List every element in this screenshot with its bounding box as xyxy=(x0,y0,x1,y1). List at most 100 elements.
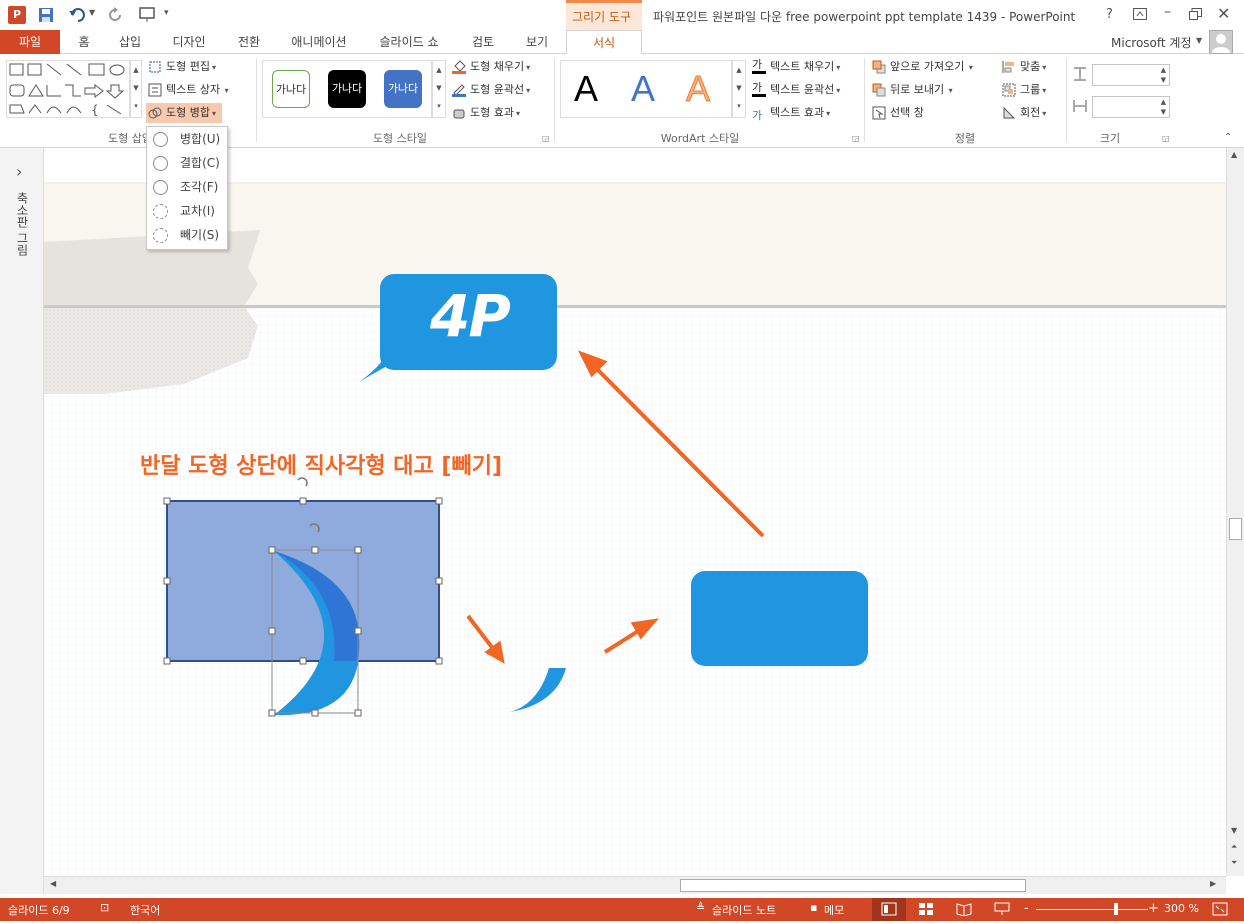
bring-forward-button[interactable]: 앞으로 가져오기 ▾ xyxy=(872,57,973,77)
tab-review[interactable]: 검토 xyxy=(466,30,500,54)
horizontal-scrollbar[interactable]: ◀ ▶ xyxy=(44,876,1226,894)
wordart-sample-blue[interactable]: A xyxy=(631,68,655,110)
shapes-gallery[interactable]: { xyxy=(6,60,130,118)
zoom-slider-thumb[interactable] xyxy=(1114,903,1118,915)
bring-forward-icon xyxy=(872,60,886,74)
height-spinner-icon[interactable]: ▲ ▼ xyxy=(1161,65,1166,85)
scroll-down-icon[interactable]: ▼ xyxy=(1231,826,1237,835)
tab-animations[interactable]: 애니메이션 xyxy=(286,30,352,54)
text-box-button[interactable]: 텍스트 상자 ▾ xyxy=(148,80,229,100)
style-sample-outline[interactable]: 가나다 xyxy=(272,70,310,108)
width-input[interactable]: ▲ ▼ xyxy=(1092,96,1170,118)
tab-format[interactable]: 서식 xyxy=(566,30,642,55)
undo-icon[interactable] xyxy=(68,7,86,23)
reading-view-icon[interactable] xyxy=(956,902,972,916)
slide-canvas[interactable]: 4P 반달 도형 상단에 직사각형 대고 [빼기] xyxy=(44,148,1226,876)
shape-effects-icon xyxy=(453,109,465,119)
restore-icon[interactable] xyxy=(1189,8,1202,20)
shape-outline-button[interactable]: 도형 윤곽선 ▾ xyxy=(452,80,530,100)
tab-design[interactable]: 디자인 xyxy=(166,30,212,54)
language-indicator[interactable]: 한국어 xyxy=(130,902,160,918)
slideshow-icon[interactable] xyxy=(994,902,1010,916)
menu-item-fragment[interactable]: 조각(F) xyxy=(147,175,227,199)
tab-slideshow[interactable]: 슬라이드 쇼 xyxy=(374,30,444,54)
style-sample-black[interactable]: 가나다 xyxy=(328,70,366,108)
wordart-sample-orange[interactable]: A xyxy=(685,68,710,110)
align-button[interactable]: 맞춤 ▾ xyxy=(1002,57,1046,77)
selection-pane-label: 선택 창 xyxy=(890,106,924,119)
redo-icon[interactable] xyxy=(108,7,124,23)
shape-styles-launcher-icon[interactable]: ◲ xyxy=(542,134,550,143)
tab-view[interactable]: 보기 xyxy=(520,30,554,54)
comments-button[interactable]: 메모 xyxy=(824,902,844,918)
previous-slide-icon[interactable]: ⏶ xyxy=(1231,842,1237,852)
next-slide-icon[interactable]: ⏷ xyxy=(1231,858,1237,868)
slide-sorter-icon[interactable] xyxy=(918,902,934,916)
notes-button[interactable]: 슬라이드 노트 xyxy=(712,902,776,918)
fit-slide-icon[interactable] xyxy=(1212,902,1228,916)
normal-view-icon xyxy=(881,902,897,916)
avatar[interactable] xyxy=(1209,30,1233,54)
normal-view-button[interactable] xyxy=(872,898,906,921)
width-spinner-icon[interactable]: ▲ ▼ xyxy=(1161,97,1166,117)
merge-shapes-label: 도형 병합 xyxy=(166,106,210,119)
account-label[interactable]: Microsoft 계정 xyxy=(1111,34,1192,51)
edit-shape-button[interactable]: 도형 편집 ▾ xyxy=(148,57,216,77)
text-fill-button[interactable]: 가 텍스트 채우기 ▾ xyxy=(752,57,840,77)
scroll-up-icon[interactable]: ▲ xyxy=(1231,150,1237,159)
spell-check-icon[interactable]: ⊡ xyxy=(100,901,109,914)
powerpoint-logo-icon[interactable]: P xyxy=(8,6,26,24)
wordart-more-button[interactable]: ▲ ▼ ▾ xyxy=(732,60,746,118)
undo-dropdown-icon[interactable]: ▼ xyxy=(89,8,95,17)
scroll-left-icon[interactable]: ◀ xyxy=(50,879,56,888)
ribbon-display-options-icon[interactable] xyxy=(1133,8,1147,20)
height-input[interactable]: ▲ ▼ xyxy=(1092,64,1170,86)
collapse-ribbon-icon[interactable]: ⌃ xyxy=(1224,132,1232,143)
wordart-sample-black[interactable]: A xyxy=(574,68,598,110)
tab-insert[interactable]: 삽입 xyxy=(112,30,148,54)
tab-home[interactable]: 홈 xyxy=(70,30,98,54)
selection-pane-icon xyxy=(872,106,886,120)
minimize-icon[interactable]: – xyxy=(1164,4,1171,20)
style-sample-blue[interactable]: 가나다 xyxy=(384,70,422,108)
size-launcher-icon[interactable]: ◲ xyxy=(1162,134,1170,143)
text-outline-button[interactable]: 가 텍스트 윤곽선 ▾ xyxy=(752,80,840,100)
zoom-level[interactable]: 300 % xyxy=(1164,902,1199,915)
shapes-gallery-icon: { xyxy=(9,63,125,117)
shape-styles-more-button[interactable]: ▲ ▼ ▾ xyxy=(432,60,446,118)
menu-item-combine[interactable]: 결합(C) xyxy=(147,151,227,175)
tab-file[interactable]: 파일 xyxy=(0,30,60,54)
vertical-scroll-thumb[interactable] xyxy=(1229,518,1242,540)
present-from-start-icon[interactable] xyxy=(138,6,156,24)
tab-transitions[interactable]: 전환 xyxy=(231,30,267,54)
send-backward-button[interactable]: 뒤로 보내기 ▾ xyxy=(872,80,953,100)
shape-effects-button[interactable]: 도형 효과 ▾ xyxy=(452,103,520,123)
shape-fill-button[interactable]: 도형 채우기 ▾ xyxy=(452,57,530,77)
merge-shapes-button[interactable]: 도형 병합 ▾ xyxy=(146,103,222,123)
horizontal-scroll-thumb[interactable] xyxy=(680,879,1026,892)
close-icon[interactable]: ✕ xyxy=(1217,4,1230,23)
save-icon[interactable] xyxy=(38,7,54,23)
shapes-gallery-more-button[interactable]: ▲ ▼ ▾ xyxy=(130,60,142,118)
slide-graphic xyxy=(44,148,1226,876)
thumbnail-pane-label[interactable]: 축소판 그림 xyxy=(14,192,31,256)
rotate-button[interactable]: 회전 ▾ xyxy=(1002,103,1046,123)
menu-item-intersect[interactable]: 교차(I) xyxy=(147,199,227,223)
text-effects-button[interactable]: 가 텍스트 효과 ▾ xyxy=(752,103,830,123)
expand-thumbnails-icon[interactable]: › xyxy=(16,162,22,181)
result-rounded-rectangle[interactable] xyxy=(691,571,868,666)
group-button[interactable]: 그룹 ▾ xyxy=(1002,80,1046,100)
account-dropdown-icon[interactable]: ▼ xyxy=(1196,36,1202,45)
menu-item-subtract[interactable]: 빼기(S) xyxy=(147,223,227,247)
help-icon[interactable]: ? xyxy=(1106,7,1113,22)
zoom-slider[interactable] xyxy=(1036,909,1148,910)
vertical-scrollbar[interactable]: ▲ ▼ ⏶ ⏷ xyxy=(1226,148,1244,876)
customize-qat-icon[interactable]: ▾ xyxy=(164,8,169,18)
scroll-right-icon[interactable]: ▶ xyxy=(1210,879,1216,888)
zoom-in-button[interactable]: + xyxy=(1148,901,1159,916)
menu-item-union[interactable]: 병합(U) xyxy=(147,127,227,151)
wordart-launcher-icon[interactable]: ◲ xyxy=(852,134,860,143)
zoom-out-button[interactable]: - xyxy=(1024,901,1029,916)
selection-pane-button[interactable]: 선택 창 xyxy=(872,103,924,123)
user-icon xyxy=(1212,34,1230,53)
